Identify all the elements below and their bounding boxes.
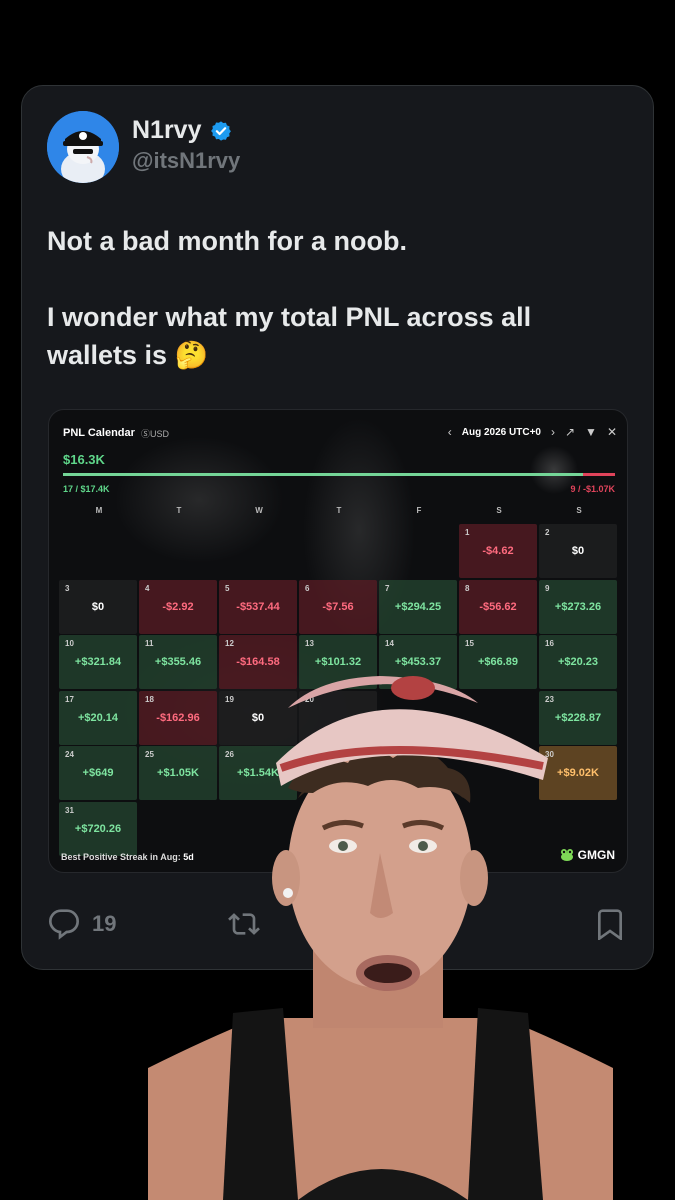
calendar-day-pnl: -$56.62 [479,600,517,613]
calendar-day-cell: 17 +$20.14 [59,690,137,745]
pnl-total: $16.3K [63,452,105,467]
calendar-day-pnl: +$273.26 [554,600,602,613]
calendar-day-number: 14 [385,639,394,648]
calendar-day-number: 15 [465,639,474,648]
win-loss-bar [63,473,615,476]
avatar-image [47,111,119,183]
calendar-day-number: 8 [465,583,470,593]
calendar-day-pnl: $0 [571,545,585,557]
calendar-day-cell: 2 $0 [539,524,617,578]
close-icon: ✕ [606,425,617,439]
tweet-text: Not a bad month for a noob. I wonder wha… [47,222,627,374]
calendar-day-cell: 3 $0 [59,579,137,634]
calendar-day-pnl: +$20.23 [557,656,599,668]
calendar-day-pnl: -$2.92 [162,600,194,613]
calendar-day-number: 2 [545,528,550,537]
calendar-day-number: 9 [545,583,550,593]
tweet-text-line-2: I wonder what my total PNL across all wa… [47,302,532,370]
weekday-header: M T W T F S S [59,506,619,515]
calendar-day-pnl: -$7.56 [322,600,354,613]
calendar-day-number: 3 [65,583,70,593]
calendar-day-cell: 4 -$2.92 [139,579,217,634]
calendar-day-pnl: +$453.37 [394,656,442,668]
tweet-text-line-1: Not a bad month for a noob. [47,226,407,256]
calendar-day-pnl: +$321.84 [74,656,122,668]
month-label: Aug 2026 UTC+0 [461,426,541,438]
currency-label: ⓈUSD [141,429,170,439]
calendar-day-cell: 1 -$4.62 [459,524,537,578]
calendar-day-pnl: +$66.89 [477,656,519,668]
calendar-day-number: 5 [225,583,230,593]
reply-button[interactable]: 19 [48,908,116,940]
loss-summary: 9 / -$1.07K [570,484,615,494]
calendar-day-number: 12 [225,639,234,648]
calendar-day-cell: 24 +$649 [59,746,137,800]
calendar-day-number: 1 [465,528,470,537]
calendar-day-pnl: -$164.58 [236,656,280,668]
calendar-day-number: 4 [145,583,150,593]
win-summary: 17 / $17.4K [63,484,110,494]
weekday-label: W [255,506,263,515]
calendar-day-number: 11 [145,639,154,648]
calendar-day-pnl: -$4.62 [482,545,514,557]
calendar-day-number: 24 [65,750,74,759]
share-icon: ↗ [564,425,576,439]
calendar-day-pnl: -$537.44 [236,600,280,613]
display-name-text[interactable]: N1rvy [132,116,202,145]
weekday-label: M [95,506,103,515]
calendar-day-pnl: $0 [91,600,105,613]
calendar-day-number: 10 [65,639,74,648]
calendar-day-cell: 31 +$720.26 [59,801,137,856]
month-navigation: ‹ Aug 2026 UTC+0 › ↗ ▼ ✕ [448,425,617,439]
calendar-day-number: 6 [305,583,310,593]
reply-icon [48,909,80,940]
calendar-day-number: 7 [385,583,390,593]
calendar-day-pnl: +$355.46 [154,656,202,668]
calendar-day-cell: 8 -$56.62 [459,579,537,634]
calendar-day-pnl: +$294.25 [394,600,442,613]
calendar-day-number: 13 [305,639,314,648]
weekday-label: S [576,506,582,515]
calendar-day-pnl: +$101.32 [314,656,362,668]
chevron-right-icon: › [550,425,555,439]
verified-badge-icon [210,120,231,141]
weekday-label: T [336,506,342,515]
pnl-calendar-title: PNL Calendar [63,427,135,439]
display-name[interactable]: N1rvy [132,116,232,145]
reply-count: 19 [92,911,117,936]
calendar-day-pnl: +$649 [82,767,114,779]
person-image [148,676,613,1200]
weekday-label: S [496,506,502,515]
creator-video-overlay [148,668,613,1200]
calendar-day-pnl: +$20.14 [77,711,119,724]
weekday-label: F [416,506,422,515]
calendar-day-cell: 7 +$294.25 [379,579,457,634]
chevron-left-icon: ‹ [447,425,452,439]
avatar[interactable] [47,111,119,183]
win-loss-bar-fill [63,473,583,476]
calendar-day-number: 17 [65,694,74,704]
calendar-day-number: 31 [65,805,74,815]
calendar-day-cell: 5 -$537.44 [219,579,297,634]
calendar-day-cell: 9 +$273.26 [539,579,617,634]
calendar-day-number: 16 [545,639,554,648]
handle[interactable]: @itsN1rvy [132,148,240,174]
calendar-day-pnl: +$720.26 [74,822,122,835]
calendar-day-cell: 10 +$321.84 [59,635,137,689]
weekday-label: T [176,506,182,515]
calendar-day-cell: 6 -$7.56 [299,579,377,634]
filter-icon: ▼ [585,425,597,439]
